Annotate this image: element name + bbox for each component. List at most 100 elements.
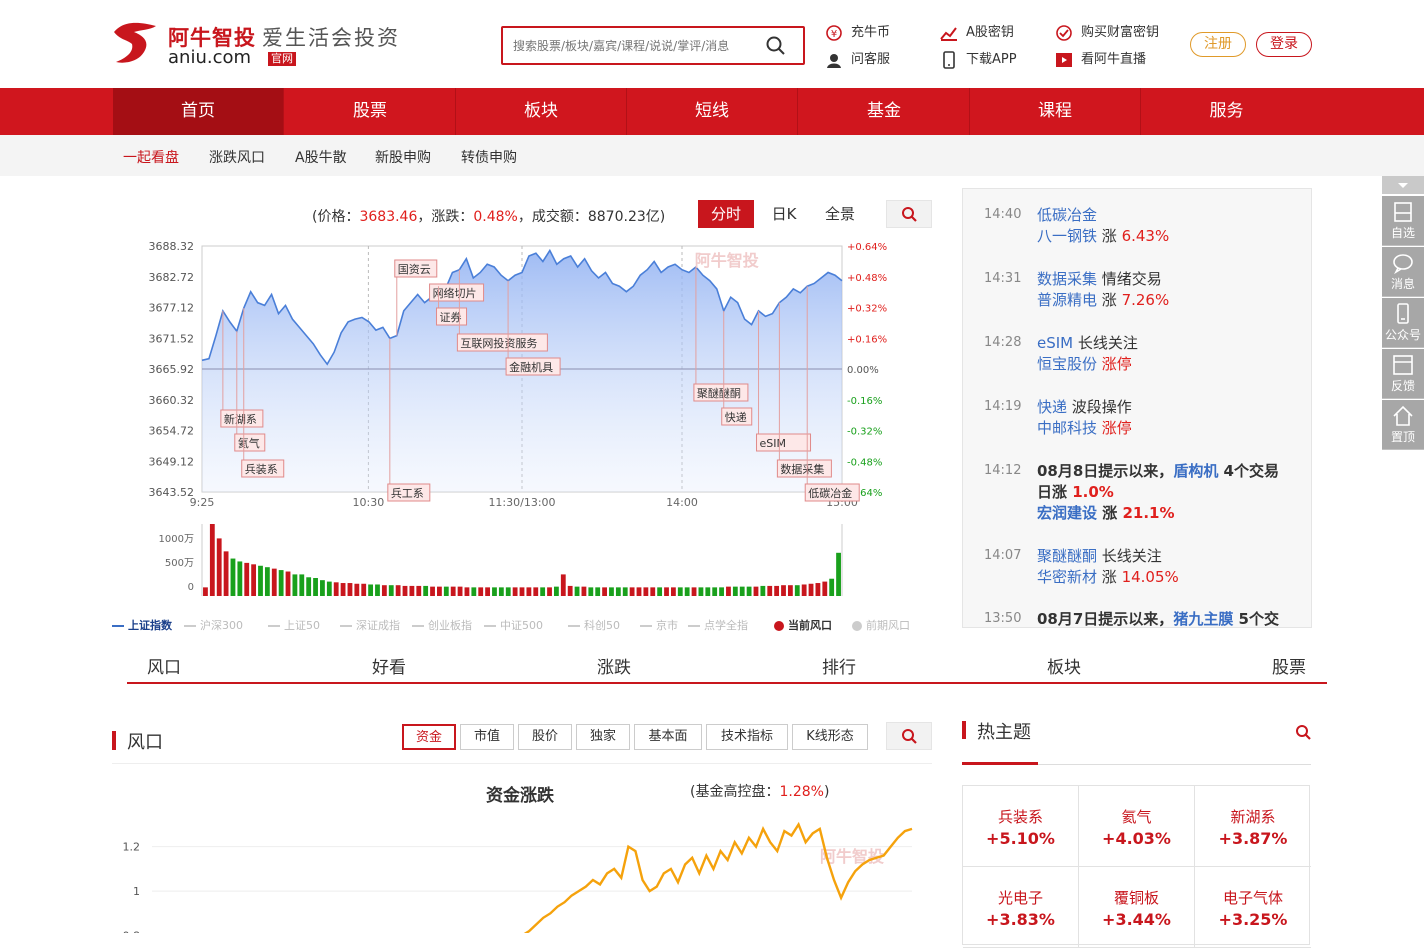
side-wechat[interactable]: 公众号: [1382, 298, 1424, 348]
tab-panorama[interactable]: 全景: [820, 200, 860, 228]
index-legend-item[interactable]: 京市: [640, 617, 678, 633]
collapse-toggle[interactable]: [1382, 176, 1424, 194]
login-button[interactable]: 登录: [1256, 32, 1312, 57]
tab-popular[interactable]: 好看: [372, 653, 406, 678]
hot-topic[interactable]: 光电子 +3.83%: [963, 867, 1079, 948]
index-legend-item[interactable]: 点学全指: [688, 617, 748, 633]
side-messages[interactable]: 消息: [1382, 247, 1424, 297]
volume-bar: [244, 562, 250, 596]
index-legend-item[interactable]: 沪深300: [184, 617, 243, 633]
volume-bar: [320, 580, 325, 596]
volume-bar: [691, 587, 697, 596]
filter-market-cap[interactable]: 市值: [460, 724, 514, 750]
index-legend-item[interactable]: 中证500: [484, 617, 543, 633]
recharge-link[interactable]: ¥ 充牛币: [825, 24, 890, 43]
filter-fundamental[interactable]: 基本面: [634, 724, 702, 750]
tab-intraday[interactable]: 分时: [698, 200, 754, 228]
volume-bar: [271, 568, 277, 596]
hot-topic[interactable]: 氦气 +4.03%: [1079, 786, 1195, 867]
bull-logo-icon: [114, 22, 156, 63]
event-label: 聚醚醚酮: [697, 386, 741, 400]
filter-price[interactable]: 股价: [518, 724, 572, 750]
section-marker: [112, 731, 116, 750]
filter-exclusive[interactable]: 独家: [576, 724, 630, 750]
nav-home[interactable]: 首页: [113, 88, 284, 135]
nav-courses[interactable]: 课程: [970, 88, 1141, 135]
nav-shortline[interactable]: 短线: [627, 88, 798, 135]
pct-tick-label: +0.16%: [847, 334, 887, 345]
fund-chart[interactable]: 1.210.8阿牛智投: [112, 800, 922, 933]
subnav-bonds[interactable]: 转债申购: [461, 147, 517, 167]
nav-services[interactable]: 服务: [1141, 88, 1312, 135]
subnav-rise-fall[interactable]: 涨跌风口: [209, 147, 265, 167]
feed-line: eSIM 长线关注: [1037, 334, 1138, 352]
volume-bar: [533, 587, 539, 596]
feed-time: 14:19: [984, 399, 1022, 414]
subnav-retail-traders[interactable]: A股牛散: [295, 147, 347, 167]
hot-topic[interactable]: 覆铜板 +3.44%: [1079, 867, 1195, 948]
event-label: 快递: [725, 410, 747, 424]
volume-bar: [726, 586, 731, 596]
search-icon: [902, 729, 917, 744]
pct-tick-label: +0.48%: [847, 273, 887, 284]
index-legend-item[interactable]: 上证50: [268, 617, 320, 633]
hot-topic[interactable]: 兵装系 +5.10%: [963, 786, 1079, 867]
download-app-link[interactable]: 下载APP: [940, 51, 1017, 70]
tab-stocks[interactable]: 股票: [1272, 653, 1306, 678]
side-feedback[interactable]: 反馈: [1382, 349, 1424, 399]
volume-bar: [368, 584, 374, 596]
tab-ranking[interactable]: 排行: [822, 653, 856, 678]
volume-bar: [492, 587, 497, 596]
a-share-key-link[interactable]: A股密钥: [940, 24, 1014, 43]
logo[interactable]: 阿牛智投 爱生活会投资 aniu.com 官网: [110, 18, 410, 72]
index-legend-item[interactable]: 上证指数: [112, 617, 172, 633]
volume-bar: [326, 581, 332, 596]
volume-bar: [567, 585, 573, 596]
index-legend-item[interactable]: 科创50: [568, 617, 620, 633]
x-tick-label: 10:30: [353, 496, 385, 509]
tab-sectors[interactable]: 板块: [1047, 653, 1081, 678]
side-back-to-top[interactable]: 置顶: [1382, 400, 1424, 450]
filter-search-button[interactable]: [886, 722, 932, 750]
live-link[interactable]: 看阿牛直播: [1055, 51, 1146, 70]
nav-sectors[interactable]: 板块: [456, 88, 627, 135]
index-legend-item[interactable]: 深证成指: [340, 617, 400, 633]
tab-wind[interactable]: 风口: [147, 653, 181, 678]
volume-bar: [643, 587, 649, 596]
volume-bar: [760, 585, 766, 596]
search-input[interactable]: [513, 36, 763, 56]
search-icon[interactable]: [1295, 724, 1312, 741]
side-watchlist[interactable]: 自选: [1382, 196, 1424, 246]
hot-topic[interactable]: 电子气体 +3.25%: [1195, 867, 1311, 948]
subnav-ipo[interactable]: 新股申购: [375, 147, 431, 167]
volume-bar: [801, 584, 807, 596]
search-icon[interactable]: [765, 35, 787, 57]
intraday-chart[interactable]: 3688.32 +0.64% 3682.72 +0.48% 3677.12 +0.32% 3…: [112, 236, 902, 612]
feed-time: 14:07: [984, 548, 1022, 563]
filter-k-pattern[interactable]: K线形态: [792, 724, 868, 750]
wind-toggle[interactable]: 前期风口: [852, 617, 910, 633]
volume-bar: [203, 587, 208, 596]
nav-funds[interactable]: 基金: [799, 88, 970, 135]
section-tabs: 风口 好看 涨跌 排行 板块 股票: [127, 648, 1327, 684]
feed-time: 13:50: [984, 611, 1022, 626]
buy-key-link[interactable]: 购买财富密钥: [1055, 24, 1159, 43]
subnav-watch-together[interactable]: 一起看盘: [123, 147, 179, 167]
tab-rise-fall[interactable]: 涨跌: [597, 653, 631, 678]
index-legend-item[interactable]: 创业板指: [412, 617, 472, 633]
volume-bar: [815, 583, 821, 596]
volume-bar: [794, 585, 800, 596]
hot-topic[interactable]: 新湖系 +3.87%: [1195, 786, 1311, 867]
nav-stocks[interactable]: 股票: [285, 88, 456, 135]
volume-bar: [313, 578, 318, 596]
volume-bar: [478, 587, 484, 596]
filter-technical[interactable]: 技术指标: [706, 724, 788, 750]
wind-toggle[interactable]: 当前风口: [774, 617, 832, 633]
support-link[interactable]: 问客服: [825, 51, 890, 70]
filter-capital[interactable]: 资金: [402, 724, 456, 750]
volume-bar: [430, 586, 435, 596]
volume-bar: [223, 551, 229, 596]
chart-search-button[interactable]: [886, 200, 932, 228]
register-button[interactable]: 注册: [1190, 32, 1246, 57]
tab-daily-k[interactable]: 日K: [768, 200, 800, 228]
